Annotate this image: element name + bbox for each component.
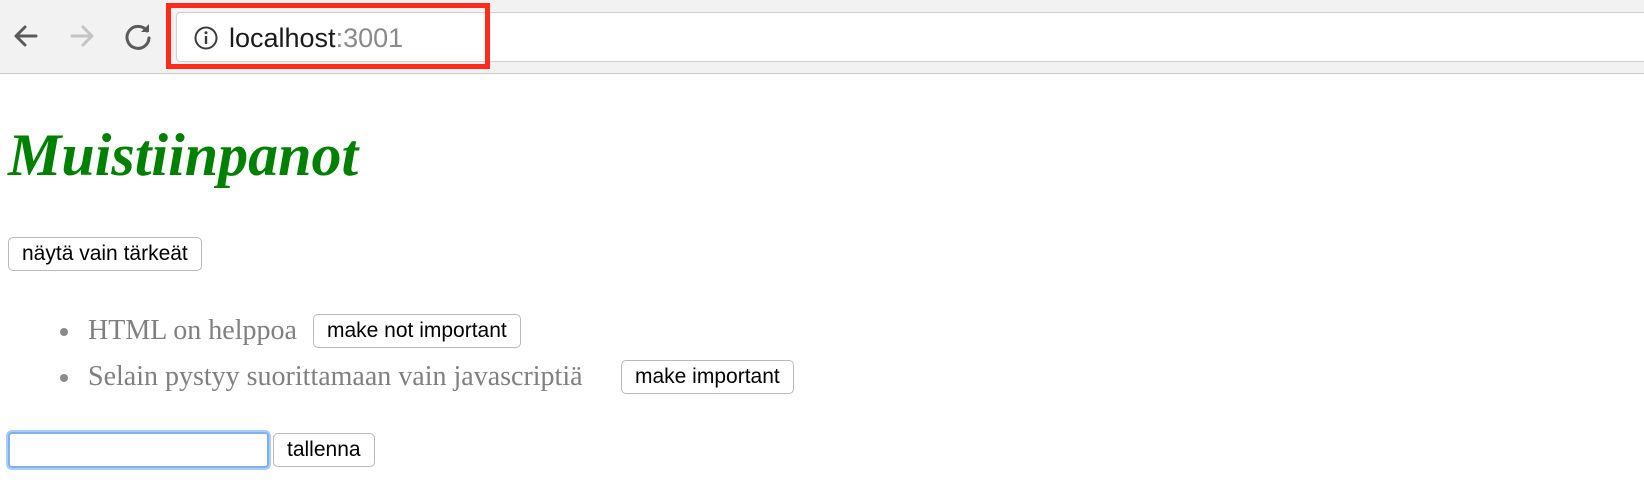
- arrow-left-icon: [14, 25, 38, 47]
- reload-button[interactable]: [120, 18, 156, 54]
- page-title: Muistiinpanot: [8, 122, 359, 188]
- note-text: HTML on helppoa: [88, 315, 297, 346]
- address-bar[interactable]: localhost:3001: [176, 12, 1644, 62]
- bullet-icon: [60, 328, 68, 336]
- forward-button[interactable]: [64, 18, 100, 54]
- url-host: localhost: [229, 23, 336, 53]
- show-important-only-button[interactable]: näytä vain tärkeät: [8, 237, 202, 271]
- note-text: Selain pystyy suorittamaan vain javascri…: [88, 361, 583, 392]
- bullet-icon: [60, 374, 68, 382]
- back-button[interactable]: [8, 18, 44, 54]
- save-button[interactable]: tallenna: [273, 433, 375, 467]
- info-circle-icon[interactable]: [193, 25, 219, 51]
- url-port: :3001: [335, 23, 404, 53]
- toggle-importance-button[interactable]: make not important: [313, 314, 521, 348]
- browser-toolbar: localhost:3001: [0, 0, 1644, 74]
- url-text[interactable]: localhost:3001: [229, 23, 403, 53]
- new-note-input[interactable]: [8, 432, 269, 468]
- reload-icon: [125, 24, 151, 50]
- arrow-right-icon: [70, 25, 94, 47]
- toggle-importance-button[interactable]: make important: [621, 360, 794, 394]
